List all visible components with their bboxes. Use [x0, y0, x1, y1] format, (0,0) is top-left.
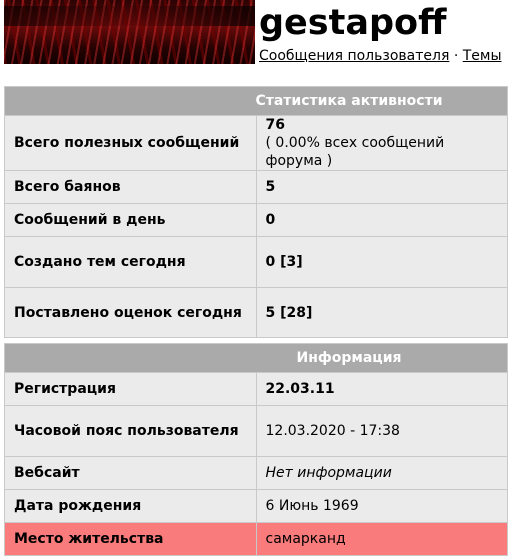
info-table: Информация Регистрация 22.03.11 Часовой … [4, 343, 508, 556]
table-row: Поставлено оценок сегодня 5 [28] [4, 287, 508, 338]
location-value: самарканд [255, 522, 508, 556]
profile-links: Сообщения пользователя · Темы [259, 47, 502, 65]
user-posts-link[interactable]: Сообщения пользователя [259, 48, 449, 64]
row-label: Всего баянов [4, 170, 257, 204]
profile-header: gestapoff Сообщения пользователя · Темы [0, 0, 508, 78]
table-row: Создано тем сегодня 0 [3] [4, 236, 508, 288]
table-row: Дата рождения 6 Июнь 1969 [4, 489, 508, 523]
registration-value: 22.03.11 [255, 372, 508, 406]
row-label: Место жительства [4, 522, 257, 556]
table-row: Сообщений в день 0 [4, 203, 508, 237]
row-value: 5 [28] [255, 287, 508, 338]
row-label: Поставлено оценок сегодня [4, 287, 257, 338]
row-value: 76 ( 0.00% всех сообщений форума ) [255, 115, 508, 171]
table-row: Регистрация 22.03.11 [4, 372, 508, 406]
timezone-value: 12.03.2020 - 17:38 [255, 405, 508, 457]
user-topics-link[interactable]: Темы [463, 48, 502, 64]
row-value: 5 [255, 170, 508, 204]
info-header: Информация [4, 343, 508, 373]
row-value: 0 [255, 203, 508, 237]
table-row: Всего полезных сообщений 76 ( 0.00% всех… [4, 115, 508, 171]
row-value: 0 [3] [255, 236, 508, 288]
website-value-text: Нет информации [265, 465, 392, 481]
link-separator: · [453, 48, 459, 64]
username-title: gestapoff [259, 3, 447, 43]
row-label: Регистрация [4, 372, 257, 406]
total-posts-percent: ( 0.00% всех сообщений форума ) [265, 135, 445, 169]
birthday-value: 6 Июнь 1969 [255, 489, 508, 523]
table-row: Вебсайт Нет информации [4, 456, 508, 490]
activity-stats-table: Статистика активности Всего полезных соо… [4, 86, 508, 338]
table-row: Часовой пояс пользователя 12.03.2020 - 1… [4, 405, 508, 457]
row-label: Вебсайт [4, 456, 257, 490]
website-value: Нет информации [255, 456, 508, 490]
activity-stats-header: Статистика активности [4, 86, 508, 116]
table-row: Всего баянов 5 [4, 170, 508, 204]
row-label: Дата рождения [4, 489, 257, 523]
row-label: Всего полезных сообщений [4, 115, 257, 171]
row-label: Сообщений в день [4, 203, 257, 237]
table-row-highlighted: Место жительства самарканд [4, 522, 508, 556]
total-posts-value: 76 [265, 117, 285, 133]
row-label: Часовой пояс пользователя [4, 405, 257, 457]
row-label: Создано тем сегодня [4, 236, 257, 288]
avatar-image [4, 0, 255, 64]
